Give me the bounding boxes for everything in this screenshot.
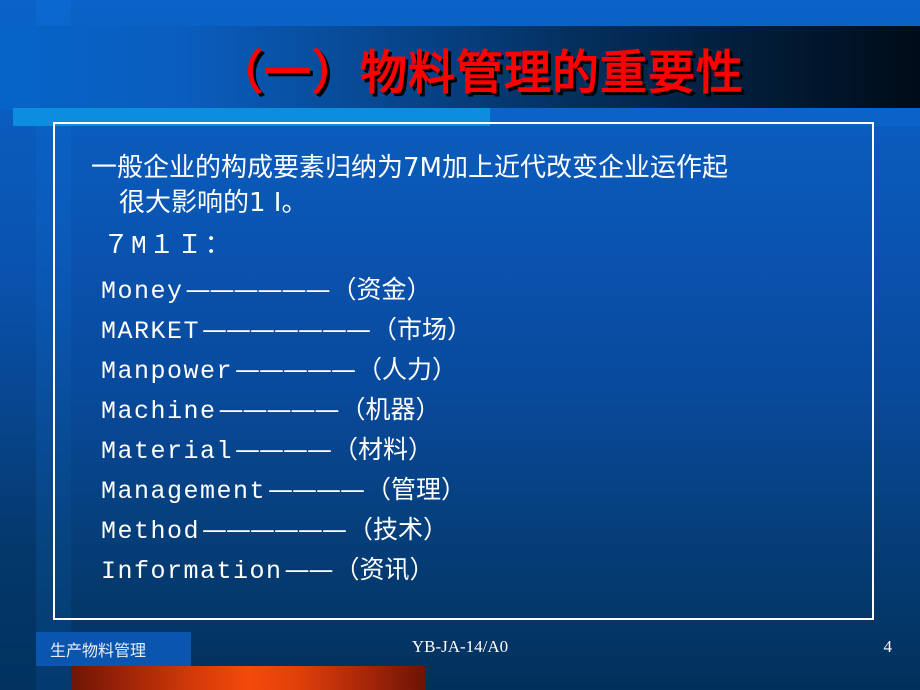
slide-footer: 生产物料管理 YB-JA-14/A0 4 [0,632,920,690]
list-item-dash: ————— [235,354,356,384]
seven-m-list: Money —————— （资金） MARKET ——————— （市场） Ma… [89,270,854,590]
list-item: Information —— （资讯） [101,550,854,590]
list-item-chinese: （材料） [333,434,434,464]
list-item-chinese: （管理） [366,474,467,504]
list-item: Machine ————— （机器） [101,390,854,430]
lead-paragraph: 一般企业的构成要素归纳为7M加上近代改变企业运作起 很大影响的1 I。 [89,152,854,221]
list-item-term: Method [101,516,201,546]
list-item: Management ———— （管理） [101,470,854,510]
list-item: MARKET ——————— （市场） [101,310,854,350]
list-item-chinese: （资金） [331,274,432,304]
list-item: Material ———— （材料） [101,430,854,470]
list-item: Manpower ————— （人力） [101,350,854,390]
list-item-term: Manpower [101,356,234,386]
list-item-chinese: （市场） [372,314,473,344]
lead-line-1: 一般企业的构成要素归纳为7M加上近代改变企业运作起 [91,153,728,183]
footer-document-code: YB-JA-14/A0 [411,637,509,656]
list-item-term: Management [101,476,267,506]
list-item-term: Machine [101,396,217,426]
list-item-chinese: （人力） [357,354,458,384]
list-item-term: MARKET [101,316,201,346]
list-item-dash: ——————— [202,314,371,344]
content-inner: 一般企业的构成要素归纳为7M加上近代改变企业运作起 很大影响的1 I。 ７M１Ｉ… [55,124,872,618]
list-item-dash: ———— [268,474,365,504]
list-item-dash: —————— [202,514,347,544]
list-item-dash: —————— [185,274,331,304]
list-item-chinese: （资讯） [334,554,435,584]
subheading-7m1i: ７M１Ｉ： [103,230,233,261]
slide: · · · · · · · · · · · · · · · · · · · · … [0,0,920,690]
footer-accent-bar [71,666,426,690]
list-item-dash: —— [284,554,334,584]
content-box: 一般企业的构成要素归纳为7M加上近代改变企业运作起 很大影响的1 I。 ７M１Ｉ… [53,122,874,620]
list-item-term: Money [101,276,184,306]
list-item-dash: ———— [235,434,332,464]
list-item: Method —————— （技术） [101,510,854,550]
list-item-dash: ————— [218,394,340,424]
list-item: Money —————— （资金） [101,270,854,310]
lead-line-2: 很大影响的1 I。 [119,188,308,219]
list-item-term: Material [101,436,234,466]
slide-title: （一）物料管理的重要性 [216,45,744,101]
list-item-chinese: （机器） [340,394,441,424]
decorative-faint-text: · · · · · · · · · · · · · · · · · · · · … [62,14,146,20]
list-item-chinese: （技术） [348,514,449,544]
list-item-term: Information [101,556,283,586]
footer-page-number: 4 [883,637,893,656]
